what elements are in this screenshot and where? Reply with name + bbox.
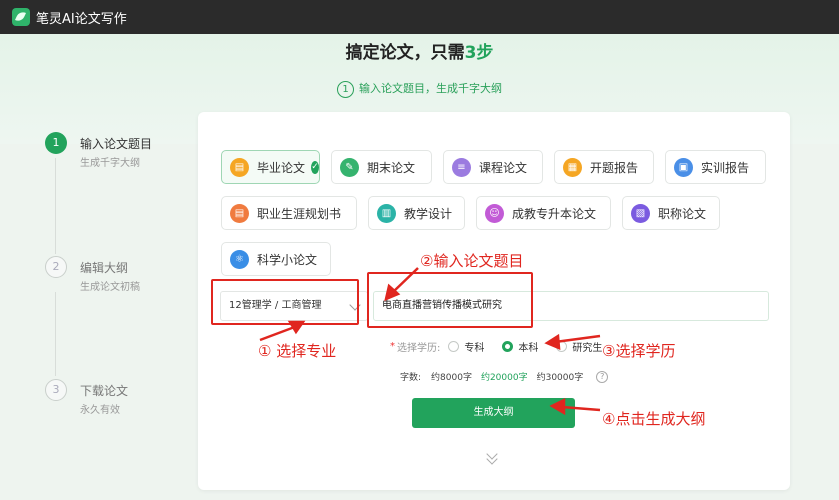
annotation-enter-title: ②输入论文题目 xyxy=(420,252,524,270)
arrow-line xyxy=(391,267,419,294)
annotation-select-education: ③选择学历 xyxy=(602,342,676,360)
annotation-select-major: ① 选择专业 xyxy=(258,342,337,360)
arrow-head xyxy=(549,397,566,416)
arrow-line xyxy=(554,334,601,344)
arrow-head xyxy=(287,320,306,335)
annotation-click-generate: ④点击生成大纲 xyxy=(602,410,706,428)
arrow-head xyxy=(544,333,561,350)
arrow-line xyxy=(561,405,601,412)
